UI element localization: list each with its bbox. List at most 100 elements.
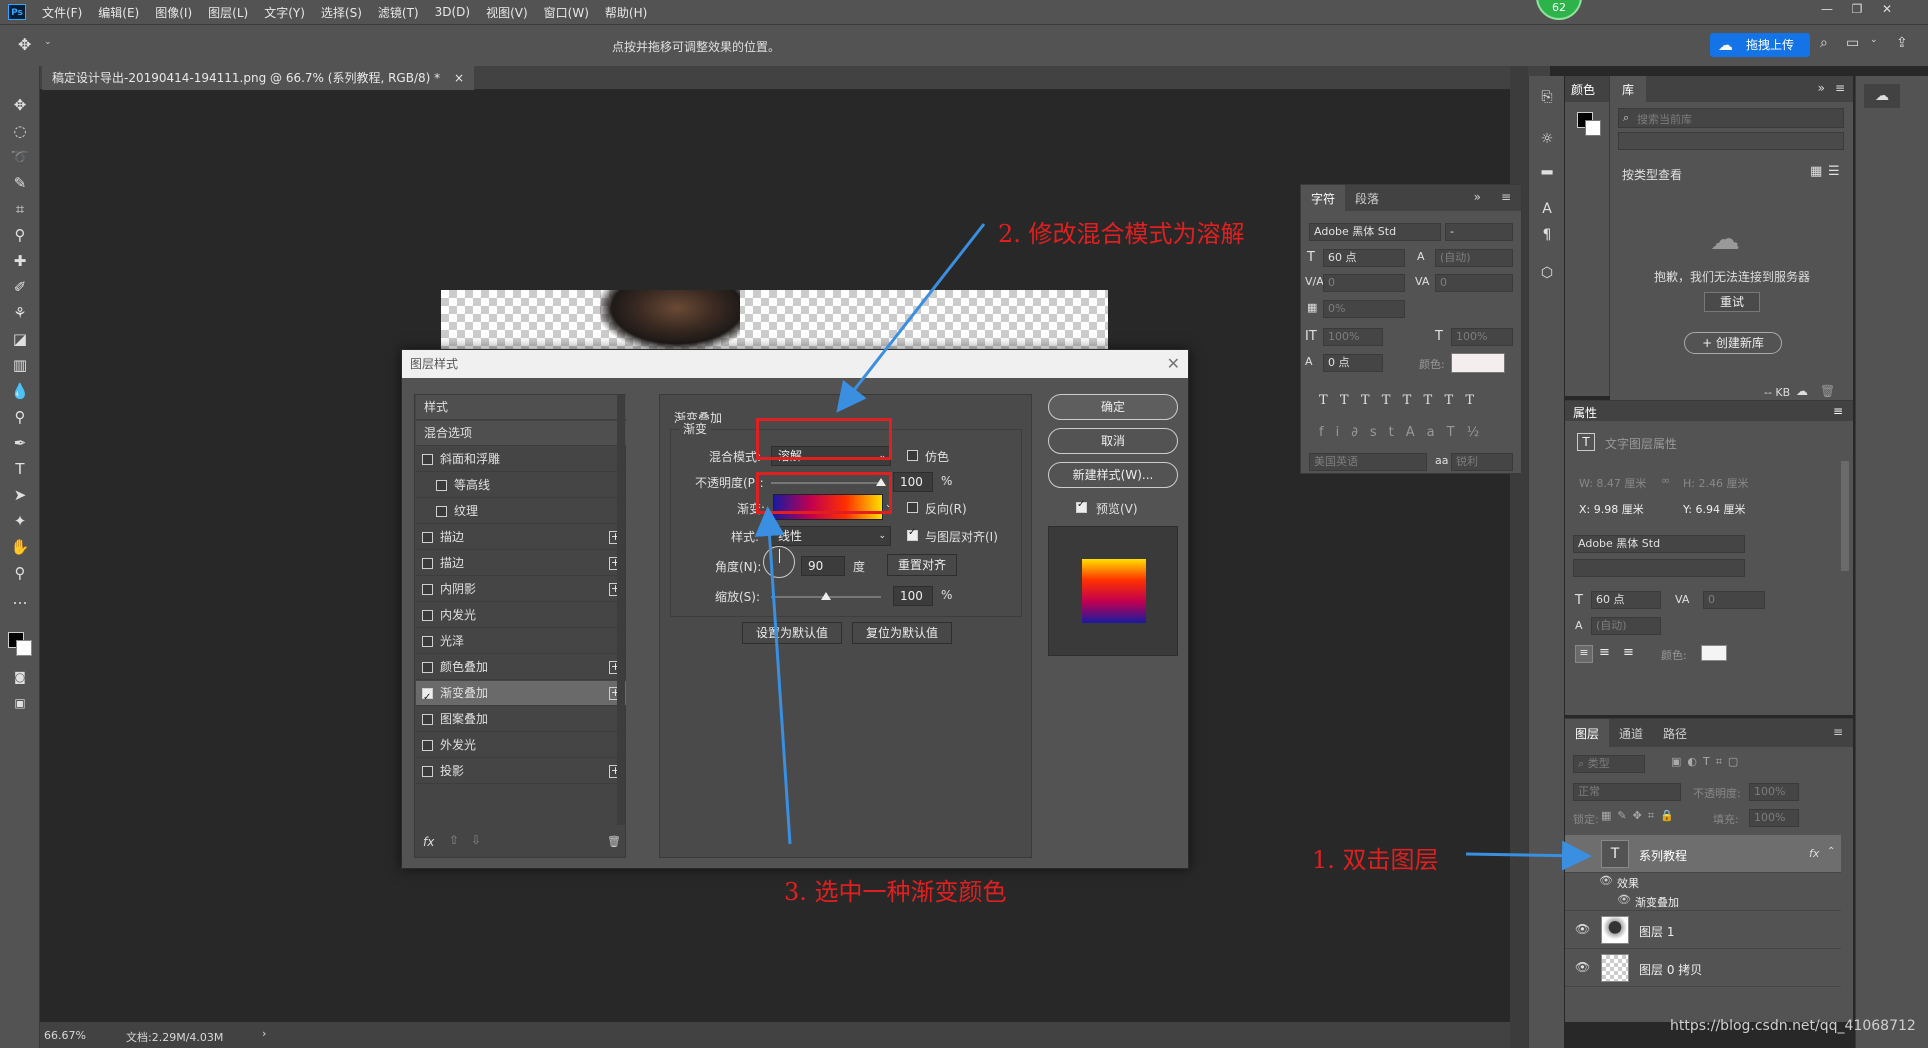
layer-name[interactable]: 图层 1 xyxy=(1639,923,1674,940)
angle-dial[interactable] xyxy=(763,546,795,578)
move-down-icon[interactable]: ⇩ xyxy=(471,833,481,847)
make-default-button[interactable]: 设置为默认值 xyxy=(742,622,842,644)
upload-button[interactable]: ☁ 拖拽上传 xyxy=(1710,33,1810,57)
zoom-level[interactable]: 66.67% xyxy=(44,1029,86,1042)
type-tool-icon[interactable]: T xyxy=(8,458,32,480)
collapse-icon[interactable]: » xyxy=(1818,81,1825,95)
tab-layers[interactable]: 图层 xyxy=(1565,719,1610,747)
tab-paragraph[interactable]: 段落 xyxy=(1345,185,1389,211)
document-tab[interactable]: 稿定设计导出-20190414-194111.png @ 66.7% (系列教程… xyxy=(42,66,475,90)
chevron-up-icon[interactable]: ⌃ xyxy=(1827,846,1835,857)
move-tool-icon[interactable]: ✥ xyxy=(18,35,31,54)
close-window-icon[interactable]: ✕ xyxy=(1876,2,1898,20)
library-search[interactable]: ⌕ 搜索当前库 xyxy=(1618,108,1844,128)
restore-icon[interactable]: ❐ xyxy=(1846,2,1868,20)
opentype-buttons[interactable]: fi∂stAaT½ xyxy=(1319,425,1491,440)
style-item[interactable]: 描边 + xyxy=(416,551,626,576)
menu-image[interactable]: 图像(I) xyxy=(155,4,192,21)
crop-tool-icon[interactable]: ⌗ xyxy=(8,198,32,220)
healing-brush-icon[interactable]: ✚ xyxy=(8,250,32,272)
cancel-button[interactable]: 取消 xyxy=(1048,428,1178,454)
style-item[interactable]: 内发光 xyxy=(416,603,626,628)
prop-color-swatch[interactable] xyxy=(1701,645,1727,661)
style-checkbox[interactable] xyxy=(436,506,447,517)
style-checkbox[interactable] xyxy=(422,766,433,777)
menu-filter[interactable]: 滤镜(T) xyxy=(378,4,419,21)
width-field[interactable]: W: 8.47 厘米 xyxy=(1579,475,1646,491)
font-family-select[interactable]: Adobe 黑体 Std xyxy=(1309,223,1441,241)
style-item[interactable]: 描边 + xyxy=(416,525,626,550)
style-item[interactable]: 等高线 xyxy=(416,473,626,498)
stamp-tool-icon[interactable]: ⚘ xyxy=(8,302,32,324)
menu-type[interactable]: 文字(Y) xyxy=(264,4,305,21)
align-with-layer-checkbox[interactable] xyxy=(907,527,918,541)
trash-icon[interactable]: 🗑 xyxy=(607,835,621,848)
transparent-canvas[interactable] xyxy=(441,290,1108,350)
lasso-tool-icon[interactable]: ➰ xyxy=(8,146,32,168)
list-view-icon[interactable]: ☰ xyxy=(1828,164,1840,179)
font-style-select[interactable]: - xyxy=(1445,223,1513,241)
menu-edit[interactable]: 编辑(E) xyxy=(98,4,139,21)
character-icon[interactable]: A xyxy=(1536,198,1558,220)
fx-icon[interactable]: fx xyxy=(1809,847,1819,860)
y-field[interactable]: Y: 6.94 厘米 xyxy=(1683,501,1745,517)
collapse-icon[interactable]: » xyxy=(1464,185,1491,211)
panel-menu-icon[interactable]: ≡ xyxy=(1823,719,1853,747)
layer-opacity-field[interactable]: 100% xyxy=(1749,783,1799,801)
prop-tracking-field[interactable]: 0 xyxy=(1703,591,1765,609)
panel-menu-icon[interactable]: ≡ xyxy=(1833,404,1843,418)
search-icon[interactable]: ⌕ xyxy=(1820,35,1828,51)
style-item[interactable]: 斜面和浮雕 xyxy=(416,447,626,472)
hand-tool-icon[interactable]: ✋ xyxy=(8,536,32,558)
language-select[interactable]: 美国英语 xyxy=(1309,453,1427,471)
fill-field[interactable]: 100% xyxy=(1749,809,1799,827)
style-checkbox[interactable] xyxy=(422,662,433,673)
menu-view[interactable]: 视图(V) xyxy=(486,4,528,21)
trash-icon[interactable]: 🗑 xyxy=(1820,384,1835,398)
style-checkbox[interactable] xyxy=(422,532,433,543)
share-icon[interactable]: ⇪ xyxy=(1896,35,1908,51)
view-by-type[interactable]: 按类型查看 xyxy=(1622,166,1682,183)
fx-icon[interactable]: fx xyxy=(423,835,434,849)
style-item[interactable]: 投影 + xyxy=(416,759,626,784)
tab-character[interactable]: 字符 xyxy=(1301,185,1346,211)
style-checkbox[interactable] xyxy=(422,454,433,465)
tsume-field[interactable]: 0% xyxy=(1323,300,1405,318)
move-tool-icon[interactable]: ✥ xyxy=(8,94,32,116)
quick-select-tool-icon[interactable]: ✎ xyxy=(8,172,32,194)
histogram-icon[interactable]: ▂ xyxy=(1536,156,1558,178)
align-right-icon[interactable]: ≡ xyxy=(1623,645,1634,660)
screen-mode-icon[interactable]: ▣ xyxy=(8,692,32,714)
dialog-titlebar[interactable]: 图层样式 xyxy=(402,350,1188,378)
marquee-tool-icon[interactable]: ◌ xyxy=(8,120,32,142)
tracking-field[interactable]: 0 xyxy=(1435,274,1513,292)
move-up-icon[interactable]: ⇧ xyxy=(449,833,459,847)
style-item[interactable]: 渐变叠加+ xyxy=(416,681,626,710)
close-icon[interactable]: ✕ xyxy=(1167,354,1180,373)
menu-3d[interactable]: 3D(D) xyxy=(435,5,470,19)
baseline-field[interactable]: 0 点 xyxy=(1323,354,1383,372)
style-checkbox[interactable] xyxy=(422,558,433,569)
tab-channels[interactable]: 通道 xyxy=(1609,719,1653,747)
angle-field[interactable]: 90 xyxy=(801,556,845,576)
menu-window[interactable]: 窗口(W) xyxy=(544,4,589,21)
leading-field[interactable]: (自动) xyxy=(1435,249,1513,267)
ok-button[interactable]: 确定 xyxy=(1048,394,1178,420)
anti-alias-select[interactable]: 锐利 xyxy=(1451,453,1513,471)
menu-layer[interactable]: 图层(L) xyxy=(208,4,248,21)
gradient-overlay-effect-row[interactable]: 👁 渐变叠加 xyxy=(1565,891,1841,911)
link-icon[interactable]: ∞ xyxy=(1661,474,1670,487)
eraser-tool-icon[interactable]: ◪ xyxy=(8,328,32,350)
scrollbar[interactable] xyxy=(1841,461,1849,571)
pen-tool-icon[interactable]: ✒ xyxy=(8,432,32,454)
menu-select[interactable]: 选择(S) xyxy=(321,4,362,21)
library-select[interactable] xyxy=(1618,132,1844,150)
effects-row[interactable]: 👁 效果 xyxy=(1565,873,1841,891)
preview-checkbox[interactable] xyxy=(1076,499,1087,513)
horizontal-scale-field[interactable]: 100% xyxy=(1451,328,1513,346)
style-checkbox[interactable] xyxy=(422,685,433,710)
scale-slider-thumb[interactable] xyxy=(821,592,831,600)
close-tab-icon[interactable]: × xyxy=(454,71,464,85)
style-checkbox[interactable] xyxy=(422,740,433,751)
x-field[interactable]: X: 9.98 厘米 xyxy=(1579,501,1644,517)
